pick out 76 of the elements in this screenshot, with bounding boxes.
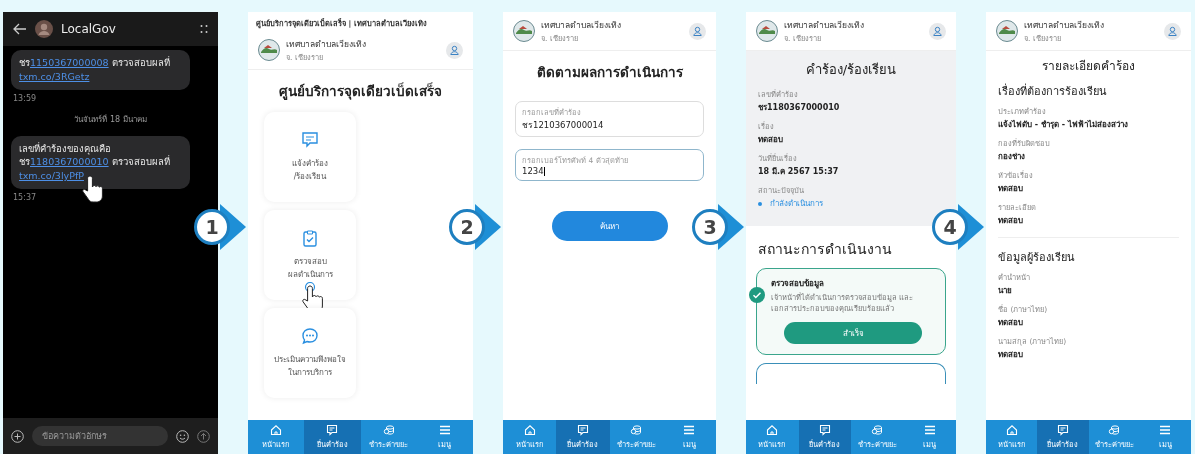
emblem-logo-icon: [756, 20, 778, 42]
menu-icon: [923, 424, 936, 436]
search-button[interactable]: ค้นหา: [551, 211, 668, 241]
field-value: ทดสอบ: [998, 183, 1024, 195]
emblem-logo-icon: [996, 20, 1018, 42]
user-icon[interactable]: [446, 41, 463, 59]
field-value: 1234: [522, 166, 546, 176]
home-icon: [1005, 424, 1018, 436]
message-time: 15:37: [13, 192, 38, 202]
field-value: ชร1210367000014: [522, 119, 605, 132]
field-value: ทดสอบ: [998, 215, 1024, 227]
back-arrow-icon[interactable]: [13, 23, 27, 35]
user-icon[interactable]: [929, 22, 946, 40]
request-number-link[interactable]: 1180367000010: [30, 156, 109, 168]
avatar-icon: [35, 20, 53, 38]
menu-icon: [683, 424, 696, 436]
request-number-link[interactable]: 1150367000008: [30, 57, 109, 68]
coins-icon: [871, 424, 884, 436]
home-icon: [523, 424, 536, 436]
organization-name: เทศบาลตำบลเวียงเทิง: [1024, 19, 1104, 32]
field-value: ทดสอบ: [758, 134, 784, 146]
field-value: 18 มี.ค 2567 15:37: [758, 166, 840, 178]
service-card[interactable]: แจ้งคำร้อง /ร้องเรียน: [264, 112, 356, 202]
emoji-icon[interactable]: [176, 429, 189, 443]
user-icon[interactable]: [1164, 22, 1181, 40]
success-button[interactable]: สำเร็จ: [784, 322, 922, 344]
message-time: 13:59: [13, 93, 38, 103]
organization-name: เทศบาลตำบลเวียงเทิง: [541, 19, 621, 32]
message-text: เลขที่คำร้องของคุณคือ: [19, 141, 112, 156]
message-input[interactable]: ข้อความตัวอักษร: [32, 426, 168, 446]
arrow-icon: [220, 204, 246, 250]
field-value: กองช่าง: [998, 151, 1026, 163]
message-text: ชร1150367000008 ตรวจสอบผลที่: [19, 56, 171, 70]
service-label: ตรวจสอบ ผลดำเนินการ: [287, 256, 333, 281]
menu-icon: [438, 424, 451, 436]
contact-name: LocalGov: [61, 22, 116, 36]
section-title: เรื่องที่ต้องการร้องเรียน: [998, 82, 1108, 100]
url-link[interactable]: txm.co/3lyPfP: [19, 170, 84, 182]
arrow-icon: [958, 204, 984, 250]
arrow-icon: [475, 204, 501, 250]
page-title: ศูนย์บริการจุดเดียวเบ็ดเสร็จ: [278, 81, 443, 102]
chat-bubble-icon: [301, 327, 319, 345]
clipboard-check-icon: [301, 229, 319, 247]
menu-icon: [1159, 424, 1172, 436]
home-icon: [270, 424, 283, 436]
service-label: ประเมินความพึงพอใจ ในการบริการ: [274, 354, 346, 379]
step-title: ตรวจสอบข้อมูล: [771, 278, 825, 290]
add-icon[interactable]: [11, 429, 24, 443]
section-title: ข้อมูลผู้ร้องเรียน: [998, 250, 1076, 266]
emblem-logo-icon: [258, 39, 280, 61]
date-divider: วันจันทร์ที่ 18 มีนาคม: [73, 113, 148, 126]
send-icon[interactable]: [197, 429, 210, 443]
status-value: กำลังดำเนินการ: [770, 198, 823, 210]
field-value: ทดสอบ: [998, 349, 1024, 361]
field-value: ชร1180367000010: [758, 102, 841, 114]
organization-name: เทศบาลตำบลเวียงเทิง: [784, 19, 864, 32]
coins-icon: [382, 424, 395, 436]
user-icon[interactable]: [689, 22, 706, 40]
url-link[interactable]: txm.co/3RGetz: [19, 70, 90, 82]
page-title: รายละเอียดคำร้อง: [1041, 58, 1136, 75]
more-icon[interactable]: [200, 24, 208, 34]
service-card[interactable]: ประเมินความพึงพอใจ ในการบริการ: [264, 308, 356, 398]
organization-name: เทศบาลตำบลเวียงเทิง: [286, 38, 366, 51]
page-title: คำร้อง/ร้องเรียน: [804, 61, 898, 79]
home-icon: [766, 424, 779, 436]
emblem-logo-icon: [513, 20, 535, 42]
service-label: แจ้งคำร้อง /ร้องเรียน: [292, 158, 328, 183]
coins-icon: [1108, 424, 1121, 436]
field-value: นาย: [998, 285, 1013, 297]
field-value: แจ้งไฟดับ - ชำรุด - ไฟฟ้าไม่ส่องสว่าง: [998, 119, 1129, 131]
page-title: ติดตามผลการดำเนินการ: [535, 63, 684, 82]
coins-icon: [630, 424, 643, 436]
field-value: ทดสอบ: [998, 317, 1024, 329]
arrow-icon: [718, 204, 744, 250]
section-title: สถานะการดำเนินงาน: [758, 240, 892, 259]
message-text: ชร1180367000010 ตรวจสอบผลที่: [19, 155, 171, 170]
